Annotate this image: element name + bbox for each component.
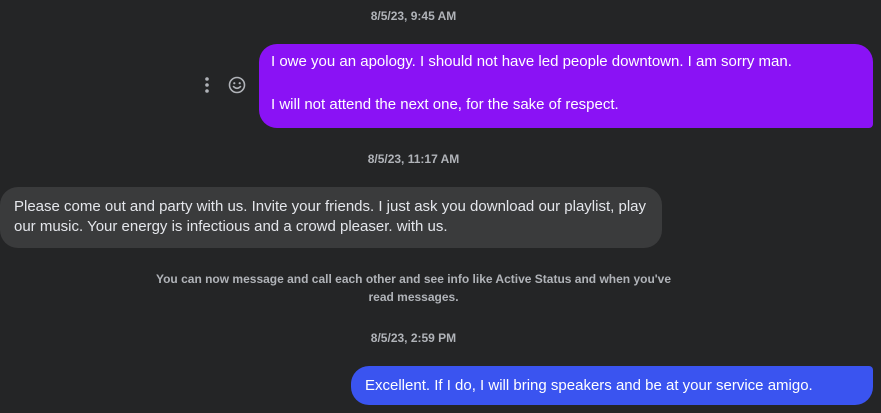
system-notice: You can now message and call each other … <box>155 272 671 304</box>
message-actions <box>196 73 248 97</box>
outgoing-message-bubble[interactable]: Excellent. If I do, I will bring speaker… <box>351 366 873 405</box>
more-vertical-icon[interactable] <box>196 74 218 96</box>
message-text: I owe you an apology. I should not have … <box>271 53 792 70</box>
timestamp: 8/5/23, 11:17 AM <box>367 152 460 166</box>
message-text: Please come out and party with us. Invit… <box>14 198 646 235</box>
timestamp: 8/5/23, 2:59 PM <box>370 331 457 345</box>
message-text: I will not attend the next one, for the … <box>271 96 619 113</box>
incoming-message-bubble[interactable]: Please come out and party with us. Invit… <box>0 187 662 248</box>
message-text: Excellent. If I do, I will bring speaker… <box>365 377 813 394</box>
message-thread: 8/5/23, 9:45 AM I owe you an apology. I … <box>0 0 881 413</box>
outgoing-message-bubble[interactable]: I owe you an apology. I should not have … <box>259 44 873 128</box>
timestamp: 8/5/23, 9:45 AM <box>370 9 457 23</box>
smiley-icon[interactable] <box>226 74 248 96</box>
